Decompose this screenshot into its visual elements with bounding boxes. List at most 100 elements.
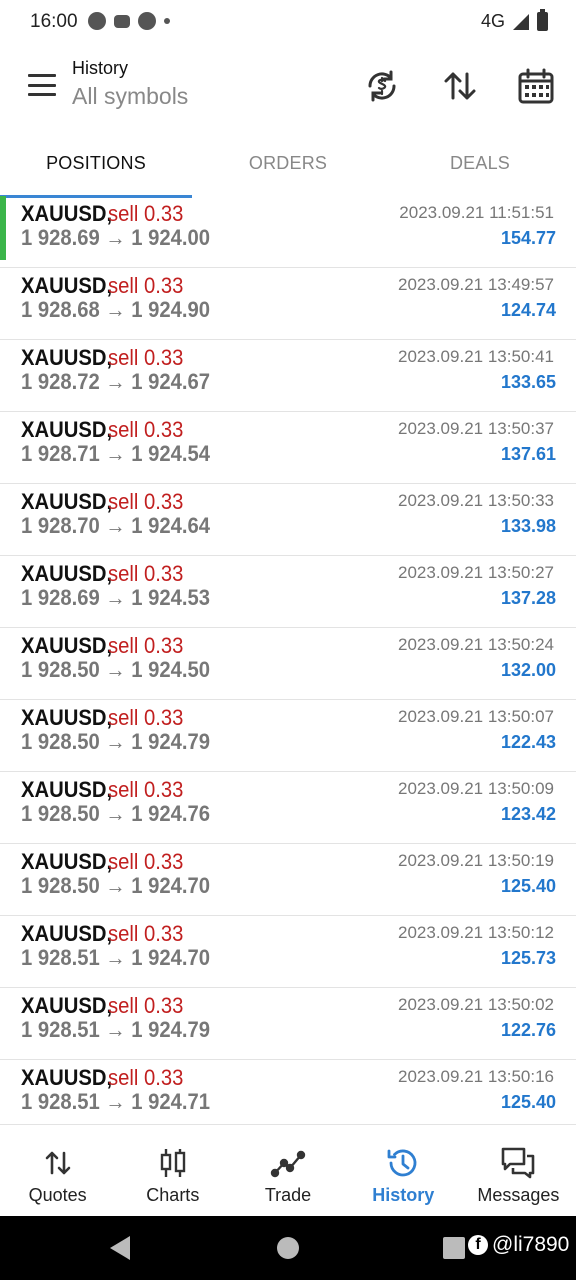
list-item[interactable]: XAUUSD, sell 0.33 1 928.51 → 1 924.71 20… — [0, 1060, 576, 1132]
position-symbol: XAUUSD, — [21, 921, 113, 946]
position-time: 2023.09.21 13:50:24 — [398, 635, 554, 654]
battery-icon — [537, 9, 548, 31]
list-item[interactable]: XAUUSD, sell 0.33 1 928.68 → 1 924.90 20… — [0, 268, 576, 340]
telegram-icon — [88, 12, 106, 30]
tab-orders[interactable]: ORDERS — [192, 130, 384, 196]
app-bar: History All symbols — [0, 44, 576, 130]
position-profit: 133.98 — [500, 516, 556, 536]
position-side: sell 0.33 — [108, 273, 184, 298]
position-time: 2023.09.21 13:50:12 — [398, 923, 554, 942]
messages-icon — [500, 1145, 536, 1181]
position-side: sell 0.33 — [108, 417, 184, 442]
nav-label: History — [372, 1185, 435, 1205]
calendar-icon[interactable] — [516, 66, 556, 106]
position-prices: 1 928.50 → 1 924.70 — [21, 873, 211, 898]
position-profit: 123.42 — [500, 804, 556, 824]
positions-list: XAUUSD, sell 0.33 1 928.69 → 1 924.00 20… — [0, 196, 576, 1132]
position-time: 2023.09.21 13:50:02 — [398, 995, 554, 1014]
position-profit: 125.73 — [500, 948, 556, 968]
watermark: f @li7890 — [468, 1233, 569, 1257]
position-prices: 1 928.71 → 1 924.54 — [21, 441, 211, 466]
nav-label: Quotes — [28, 1185, 87, 1205]
list-item[interactable]: XAUUSD, sell 0.33 1 928.51 → 1 924.79 20… — [0, 988, 576, 1060]
sort-icon[interactable] — [440, 66, 480, 106]
nav-history[interactable]: History — [346, 1125, 461, 1216]
nav-trade[interactable]: Trade — [230, 1125, 345, 1216]
recent-apps-icon[interactable] — [443, 1237, 465, 1259]
tab-deals[interactable]: DEALS — [384, 130, 576, 196]
nav-label: Messages — [477, 1185, 560, 1205]
bottom-nav: Quotes Charts Trade History Messages — [0, 1124, 576, 1216]
back-icon[interactable] — [110, 1236, 130, 1260]
tab-positions[interactable]: POSITIONS — [0, 130, 192, 196]
position-profit: 122.76 — [500, 1020, 556, 1040]
position-symbol: XAUUSD, — [21, 345, 113, 370]
position-symbol: XAUUSD, — [21, 849, 113, 874]
dot-icon — [164, 18, 170, 24]
position-side: sell 0.33 — [108, 777, 184, 802]
position-time: 2023.09.21 13:50:37 — [398, 419, 554, 438]
tab-bar: POSITIONS ORDERS DEALS — [0, 130, 576, 196]
position-side: sell 0.33 — [108, 561, 184, 586]
position-prices: 1 928.51 → 1 924.71 — [21, 1089, 211, 1114]
nav-messages[interactable]: Messages — [461, 1125, 576, 1216]
currency-exchange-icon[interactable] — [362, 66, 402, 106]
symbol-filter: All symbols — [72, 83, 189, 109]
position-symbol: XAUUSD, — [21, 489, 113, 514]
position-prices: 1 928.68 → 1 924.90 — [21, 297, 211, 322]
position-prices: 1 928.69 → 1 924.53 — [21, 585, 211, 610]
history-icon — [385, 1145, 421, 1181]
nav-charts[interactable]: Charts — [115, 1125, 230, 1216]
position-profit: 124.74 — [500, 300, 556, 320]
status-bar: 16:00 4G — [0, 0, 576, 44]
facebook-icon: f — [468, 1235, 488, 1255]
page-title: History — [72, 58, 129, 78]
title-block[interactable]: History All symbols — [72, 58, 188, 110]
signal-icon — [513, 13, 529, 30]
list-item[interactable]: XAUUSD, sell 0.33 1 928.50 → 1 924.50 20… — [0, 628, 576, 700]
network-type: 4G — [480, 11, 505, 31]
position-symbol: XAUUSD, — [21, 777, 113, 802]
list-item[interactable]: XAUUSD, sell 0.33 1 928.71 → 1 924.54 20… — [0, 412, 576, 484]
status-notification-icons — [88, 12, 170, 30]
position-symbol: XAUUSD, — [21, 273, 113, 298]
position-symbol: XAUUSD, — [21, 633, 113, 658]
position-symbol: XAUUSD, — [21, 993, 113, 1018]
position-profit: 137.28 — [500, 588, 556, 608]
position-prices: 1 928.70 → 1 924.64 — [21, 513, 211, 538]
position-time: 2023.09.21 13:50:41 — [398, 347, 554, 366]
position-profit: 133.65 — [500, 372, 556, 392]
nav-label: Charts — [146, 1185, 200, 1205]
position-profit: 125.40 — [500, 876, 556, 896]
navigation-icon — [138, 12, 156, 30]
list-item[interactable]: XAUUSD, sell 0.33 1 928.69 → 1 924.00 20… — [0, 196, 576, 268]
position-side: sell 0.33 — [108, 849, 184, 874]
list-item[interactable]: XAUUSD, sell 0.33 1 928.50 → 1 924.70 20… — [0, 844, 576, 916]
position-symbol: XAUUSD, — [21, 1065, 113, 1090]
position-time: 2023.09.21 13:50:27 — [398, 563, 554, 582]
system-nav-bar: f @li7890 — [0, 1216, 576, 1280]
nav-quotes[interactable]: Quotes — [0, 1125, 115, 1216]
list-item[interactable]: XAUUSD, sell 0.33 1 928.70 → 1 924.64 20… — [0, 484, 576, 556]
position-profit: 154.77 — [500, 228, 556, 248]
position-profit: 125.40 — [500, 1092, 556, 1112]
position-side: sell 0.33 — [108, 633, 184, 658]
position-side: sell 0.33 — [108, 1065, 184, 1090]
list-item[interactable]: XAUUSD, sell 0.33 1 928.50 → 1 924.76 20… — [0, 772, 576, 844]
position-prices: 1 928.72 → 1 924.67 — [21, 369, 211, 394]
position-time: 2023.09.21 13:50:33 — [398, 491, 554, 510]
position-time: 2023.09.21 13:50:07 — [398, 707, 554, 726]
menu-icon[interactable] — [28, 74, 56, 96]
home-icon[interactable] — [277, 1237, 299, 1259]
position-side: sell 0.33 — [108, 489, 184, 514]
list-item[interactable]: XAUUSD, sell 0.33 1 928.51 → 1 924.70 20… — [0, 916, 576, 988]
status-system-icons: 4G — [480, 9, 548, 32]
position-time: 2023.09.21 13:50:19 — [398, 851, 554, 870]
position-time: 2023.09.21 13:50:09 — [398, 779, 554, 798]
list-item[interactable]: XAUUSD, sell 0.33 1 928.72 → 1 924.67 20… — [0, 340, 576, 412]
list-item[interactable]: XAUUSD, sell 0.33 1 928.50 → 1 924.79 20… — [0, 700, 576, 772]
list-item[interactable]: XAUUSD, sell 0.33 1 928.69 → 1 924.53 20… — [0, 556, 576, 628]
chat-icon — [114, 14, 130, 28]
quotes-icon — [40, 1145, 76, 1181]
position-prices: 1 928.50 → 1 924.50 — [21, 657, 211, 682]
